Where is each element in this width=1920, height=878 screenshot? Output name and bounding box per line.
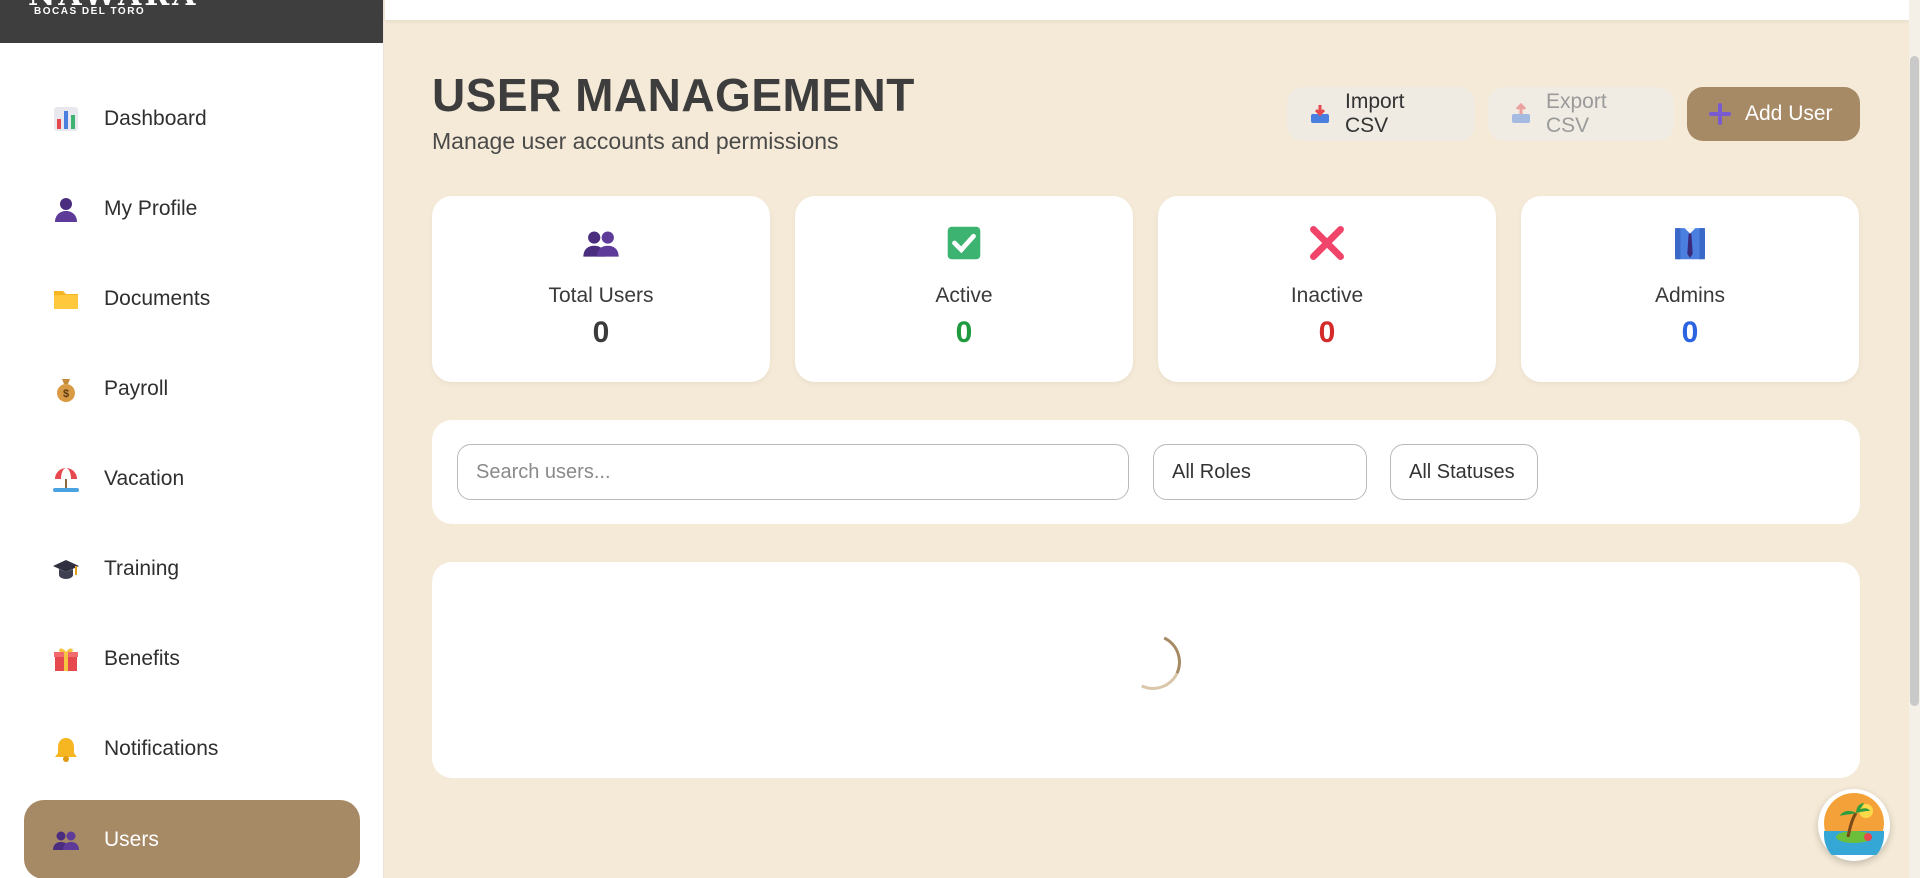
logo-subtitle: BOCAS DEL TORO [34, 6, 146, 17]
stat-label: Inactive [1290, 284, 1364, 307]
user-icon [52, 195, 80, 223]
scrollbar-thumb[interactable] [1910, 56, 1919, 706]
outbox-tray-icon [1510, 103, 1532, 125]
stat-label: Active [935, 284, 993, 307]
stat-card-total-users: Total Users 0 [432, 196, 770, 382]
gift-icon [52, 645, 80, 673]
stat-card-inactive: Inactive 0 [1158, 196, 1496, 382]
palm-island-icon [1822, 791, 1886, 865]
sidebar-item-label: My Profile [104, 197, 198, 220]
filter-bar: All Roles All Statuses [432, 420, 1860, 524]
plus-icon [1709, 103, 1731, 125]
sidebar-item-label: Users [104, 827, 159, 851]
sidebar-item-dashboard[interactable]: Dashboard [24, 74, 360, 164]
bar-chart-icon [52, 105, 80, 133]
stat-value: 0 [1318, 316, 1336, 349]
stat-value: 0 [1681, 316, 1699, 349]
sidebar-item-my-profile[interactable]: My Profile [24, 164, 360, 254]
brand-logo[interactable]: NAWARA BOCAS DEL TORO [0, 0, 383, 43]
svg-text:$: $ [63, 388, 69, 400]
import-csv-button[interactable]: Import CSV [1287, 87, 1475, 141]
admin-shirt-icon [1671, 224, 1709, 262]
sidebar-item-label: Dashboard [104, 107, 207, 130]
users-icon [582, 224, 620, 262]
sidebar-item-label: Payroll [104, 377, 169, 400]
role-filter-select[interactable]: All Roles [1153, 444, 1367, 500]
stat-card-active: Active 0 [795, 196, 1133, 382]
page-title: USER MANAGEMENT [432, 69, 915, 121]
graduation-cap-icon [52, 555, 80, 583]
assistant-avatar-button[interactable] [1818, 789, 1890, 865]
stat-label: Admins [1654, 284, 1726, 307]
users-icon [52, 826, 80, 854]
sidebar-item-label: Documents [104, 287, 211, 310]
sidebar-item-notifications[interactable]: Notifications [24, 704, 360, 794]
stat-value: 0 [955, 316, 973, 349]
sidebar-item-training[interactable]: Training [24, 524, 360, 614]
add-user-button[interactable]: Add User [1687, 87, 1860, 141]
bell-icon [52, 735, 80, 763]
scrollbar[interactable] [1909, 0, 1920, 878]
folder-icon [52, 285, 80, 313]
sidebar: NAWARA BOCAS DEL TORO Dashboard My Profi… [0, 0, 384, 878]
checkmark-icon [945, 224, 983, 262]
export-csv-label: Export CSV [1546, 90, 1607, 137]
sidebar-item-documents[interactable]: Documents [24, 254, 360, 344]
export-csv-button[interactable]: Export CSV [1488, 87, 1674, 141]
sidebar-item-benefits[interactable]: Benefits [24, 614, 360, 704]
money-bag-icon: $ [52, 375, 80, 403]
sidebar-nav: Dashboard My Profile Documents $ Payroll… [24, 74, 360, 878]
stat-label: Total Users [548, 284, 654, 307]
sidebar-item-label: Notifications [104, 737, 219, 760]
inbox-tray-icon [1309, 103, 1331, 125]
status-filter-value: All Statuses [1409, 460, 1515, 483]
stat-card-admins: Admins 0 [1521, 196, 1859, 382]
cross-icon [1308, 224, 1346, 262]
beach-umbrella-icon [52, 465, 80, 493]
sidebar-item-users[interactable]: Users [24, 800, 360, 878]
sidebar-item-label: Benefits [104, 647, 180, 670]
sidebar-item-label: Training [104, 557, 180, 580]
search-input[interactable] [457, 444, 1129, 500]
add-user-label: Add User [1745, 102, 1833, 125]
sidebar-item-vacation[interactable]: Vacation [24, 434, 360, 524]
page-subtitle: Manage user accounts and permissions [432, 128, 839, 154]
top-bar [385, 0, 1909, 20]
role-filter-value: All Roles [1172, 460, 1251, 483]
sidebar-item-payroll[interactable]: $ Payroll [24, 344, 360, 434]
status-filter-select[interactable]: All Statuses [1390, 444, 1538, 500]
import-csv-label: Import CSV [1345, 90, 1405, 137]
sidebar-item-label: Vacation [104, 467, 185, 490]
stat-value: 0 [592, 316, 610, 349]
